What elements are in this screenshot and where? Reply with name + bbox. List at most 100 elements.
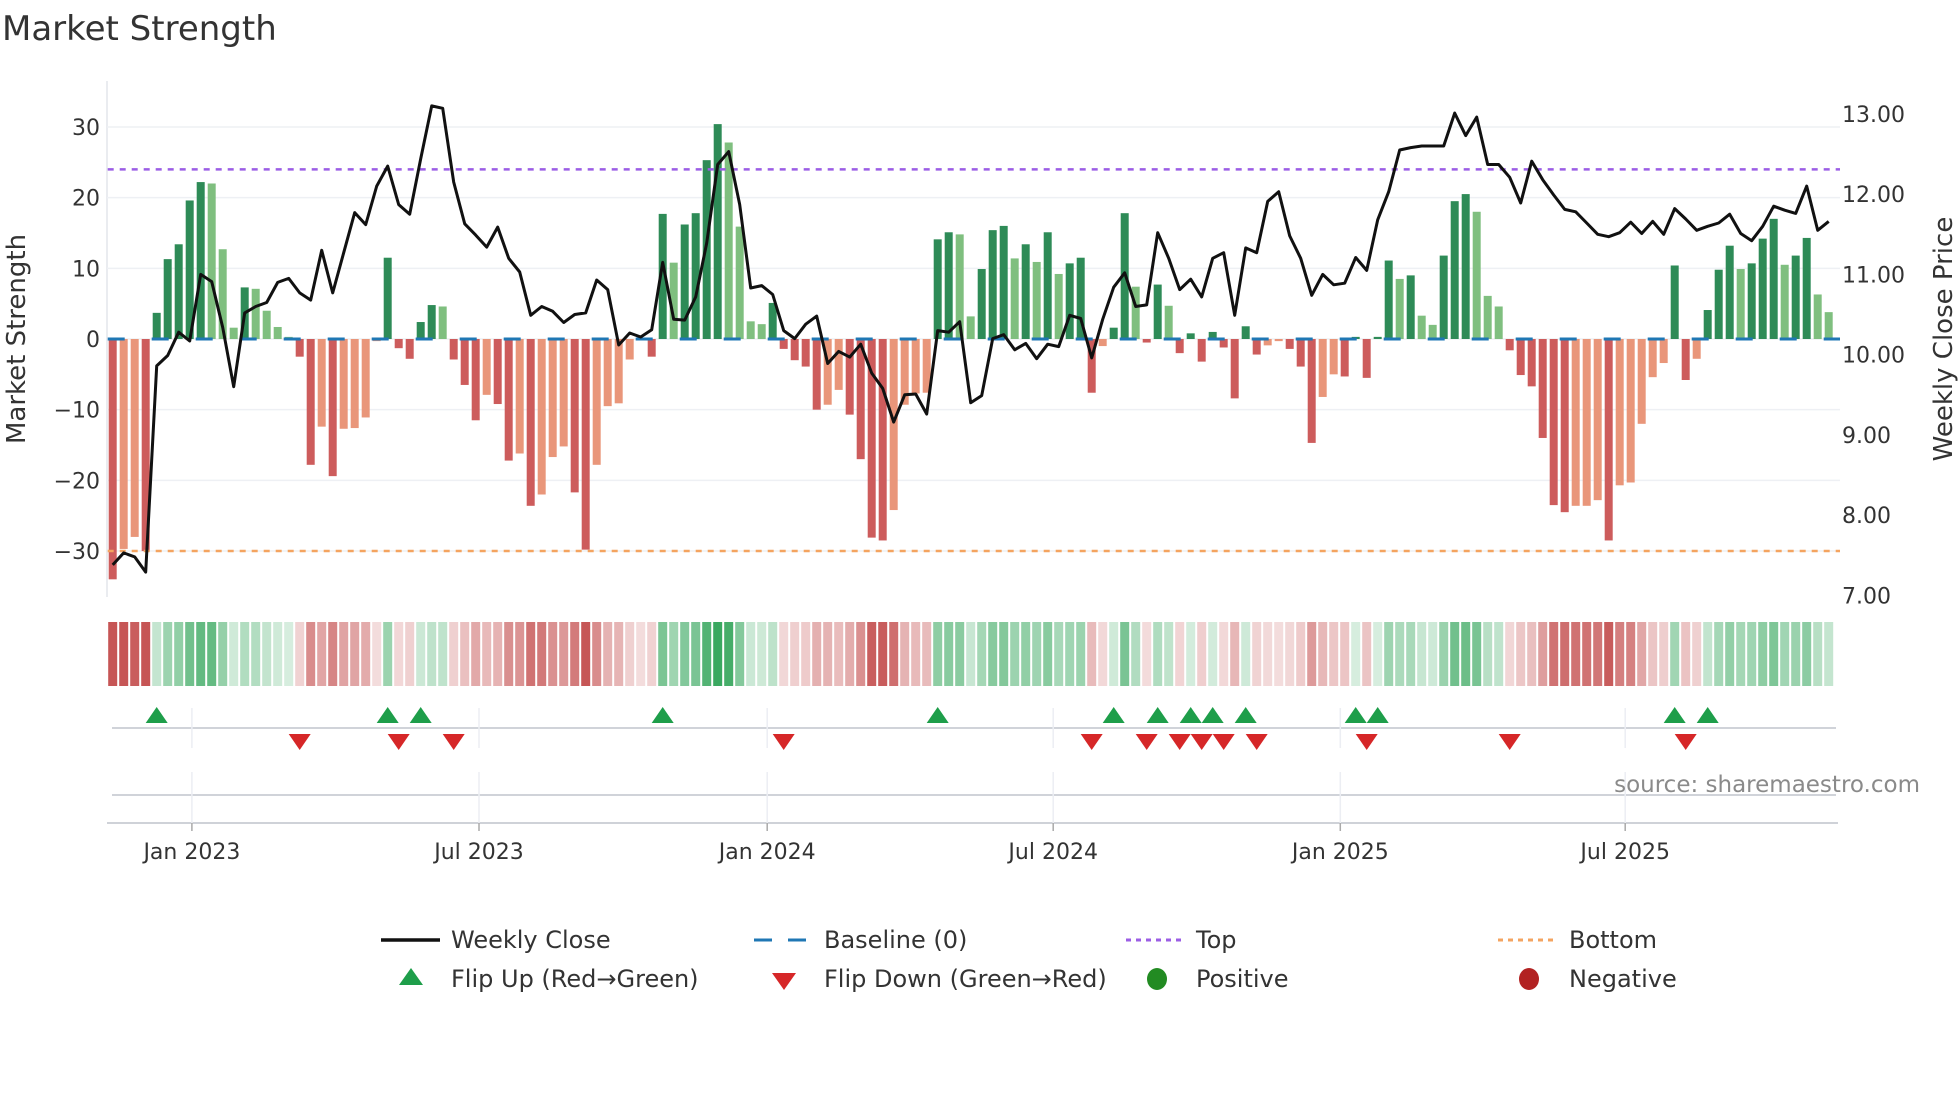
heat-cell	[856, 622, 866, 686]
heat-cell	[372, 622, 382, 686]
heat-cell	[1406, 622, 1416, 686]
heat-cell	[1384, 622, 1394, 686]
heat-cell	[790, 622, 800, 686]
flip-up-marker	[1179, 707, 1202, 723]
heat-cell	[1076, 622, 1086, 686]
strength-bar	[1549, 339, 1558, 506]
flip-up-marker	[376, 707, 399, 723]
market-strength-chart: Market Strength Market Strength Weekly C…	[2, 9, 1959, 993]
strength-bar	[273, 326, 282, 339]
strength-bar	[1571, 339, 1580, 506]
strength-bar	[1230, 339, 1239, 399]
strength-bar	[1747, 263, 1756, 339]
strength-bar	[1637, 339, 1646, 424]
heat-cell	[999, 622, 1009, 686]
heat-cell	[383, 622, 393, 686]
heat-cell	[1461, 622, 1471, 686]
heat-cell	[603, 622, 613, 686]
strength-bar	[1714, 269, 1723, 339]
strength-bar	[1428, 324, 1437, 339]
heat-cell	[1813, 622, 1823, 686]
heat-cell	[724, 622, 734, 686]
flip-up-marker	[145, 707, 168, 723]
strength-bar	[1692, 339, 1701, 359]
legend-label: Flip Down (Green→Red)	[824, 965, 1107, 993]
strength-bar	[570, 339, 579, 493]
strength-bar	[1527, 339, 1536, 387]
strength-bar	[1384, 260, 1393, 339]
heat-cell	[1296, 622, 1306, 686]
heat-cell	[1571, 622, 1581, 686]
heat-cell	[361, 622, 371, 686]
heat-cell	[1791, 622, 1801, 686]
heat-cell	[636, 622, 646, 686]
heat-cell	[1670, 622, 1680, 686]
flip-down-marker	[288, 734, 311, 750]
x-tick-label: Jul 2024	[1006, 840, 1098, 865]
heat-cell	[1252, 622, 1262, 686]
heat-cell	[1604, 622, 1614, 686]
legend-item-bottom[interactable]: Bottom	[1498, 926, 1657, 954]
y2-tick-label: 13.00	[1842, 103, 1905, 128]
strength-bar	[1164, 305, 1173, 339]
heat-cell	[1758, 622, 1768, 686]
strength-bar	[999, 225, 1008, 339]
y-tick-label: −30	[54, 540, 100, 565]
heat-cell	[779, 622, 789, 686]
heat-cell	[1175, 622, 1185, 686]
heat-cell	[757, 622, 767, 686]
flip-down-marker	[387, 734, 410, 750]
heat-cell	[229, 622, 239, 686]
x-tick-label: Jul 2025	[1578, 840, 1670, 865]
heat-cell	[691, 622, 701, 686]
strength-bar	[482, 339, 491, 395]
legend-item-baseline[interactable]: Baseline (0)	[754, 926, 967, 954]
strength-bar	[119, 339, 128, 549]
heat-cell	[1615, 622, 1625, 686]
heat-cell	[1824, 622, 1834, 686]
flip-up-marker	[1366, 707, 1389, 723]
legend-item-top[interactable]: Top	[1126, 926, 1237, 954]
strength-bar	[1494, 306, 1503, 339]
heat-cell	[196, 622, 206, 686]
heat-cell	[1197, 622, 1207, 686]
heat-cell	[537, 622, 547, 686]
strength-bar	[592, 339, 601, 465]
y-tick-label: 20	[72, 187, 100, 212]
legend-label: Negative	[1569, 965, 1677, 993]
heat-cell	[548, 622, 558, 686]
strength-bar	[801, 339, 810, 367]
flip-down-marker	[1674, 734, 1697, 750]
flip-up-marker	[1696, 707, 1719, 723]
heat-cell	[1164, 622, 1174, 686]
strength-bar	[1142, 339, 1151, 343]
legend-item-positive[interactable]: Positive	[1147, 965, 1289, 993]
y-tick-label: 0	[86, 328, 100, 353]
heat-cell	[328, 622, 338, 686]
strength-bar	[625, 339, 634, 360]
heat-cell	[680, 622, 690, 686]
strength-bar	[603, 339, 612, 407]
heat-cell	[559, 622, 569, 686]
strength-bar	[1296, 339, 1305, 367]
legend-item-weekly-close[interactable]: Weekly Close	[381, 926, 611, 954]
source-label: source: sharemaestro.com	[1614, 772, 1920, 798]
heat-cell	[240, 622, 250, 686]
strength-bar	[746, 321, 755, 339]
y-tick-label: 30	[72, 116, 100, 141]
heat-cell	[1450, 622, 1460, 686]
heat-cell	[163, 622, 173, 686]
strength-bar	[757, 324, 766, 339]
strength-bar	[1054, 273, 1063, 339]
strength-bar	[1307, 339, 1316, 443]
strength-bar	[1450, 201, 1459, 339]
strength-bar	[1252, 339, 1261, 355]
legend-item-flip-up[interactable]: Flip Up (Red→Green)	[399, 965, 699, 993]
legend-item-flip-down[interactable]: Flip Down (Green→Red)	[772, 965, 1107, 993]
heat-cell	[273, 622, 283, 686]
strength-bar	[317, 339, 326, 427]
strength-bar	[1802, 237, 1811, 339]
heat-cell	[207, 622, 217, 686]
heat-cell	[1560, 622, 1570, 686]
legend-item-negative[interactable]: Negative	[1519, 965, 1677, 993]
